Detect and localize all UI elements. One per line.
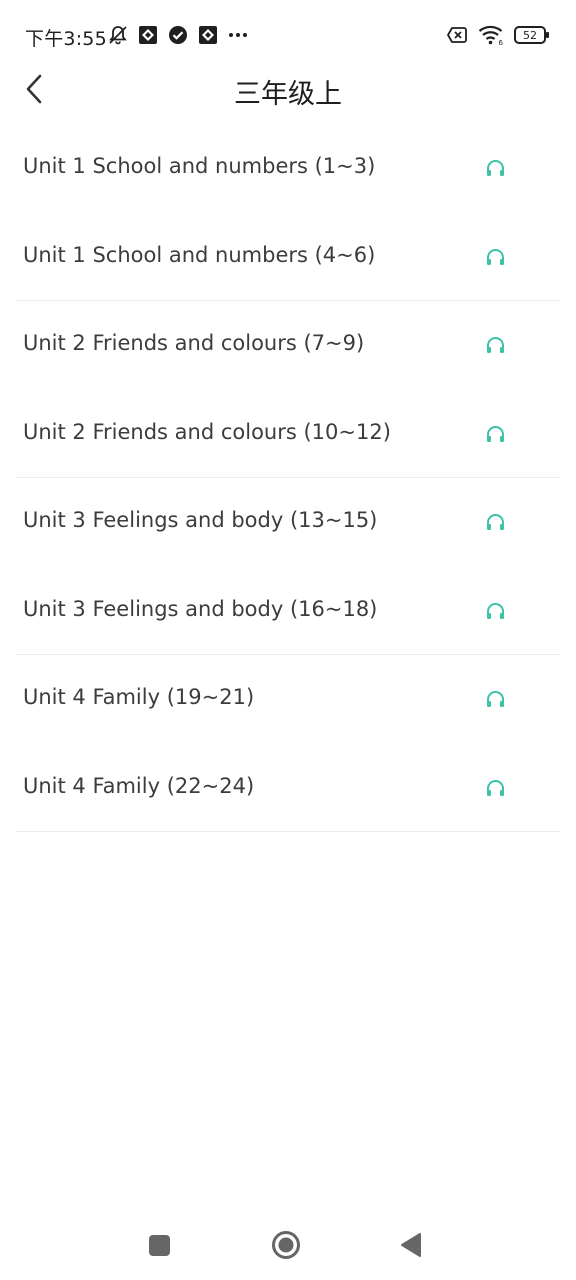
more-dots-icon bbox=[229, 33, 247, 37]
list-item-label: Unit 2 Friends and colours (10~12) bbox=[23, 419, 391, 444]
list-item[interactable]: Unit 3 Feelings and body (13~15) bbox=[15, 478, 561, 567]
unit-list: Unit 1 School and numbers (1~3) Unit 1 S… bbox=[15, 124, 561, 832]
headphones-icon[interactable] bbox=[486, 160, 505, 177]
list-item[interactable]: Unit 1 School and numbers (4~6) bbox=[15, 213, 561, 301]
list-item-label: Unit 4 Family (19~21) bbox=[23, 685, 255, 709]
home-icon[interactable] bbox=[271, 1230, 301, 1260]
list-item-label: Unit 2 Friends and colours (7~9) bbox=[23, 331, 365, 355]
headphones-icon[interactable] bbox=[486, 602, 505, 620]
list-item-label: Unit 3 Feelings and body (16~18) bbox=[23, 596, 378, 621]
app-notification-icon bbox=[139, 26, 157, 44]
screen: 下午3:55 6 52 三年级上 Unit 1 School and numbe… bbox=[0, 0, 576, 1280]
app-notification-icon bbox=[199, 26, 217, 44]
recent-apps-icon[interactable] bbox=[149, 1235, 170, 1256]
wifi-icon: 6 bbox=[478, 25, 504, 46]
no-sim-icon bbox=[446, 27, 467, 43]
headphones-icon[interactable] bbox=[486, 425, 505, 443]
page-title: 三年级上 bbox=[234, 79, 342, 110]
headphones-icon[interactable] bbox=[486, 248, 505, 266]
list-item[interactable]: Unit 4 Family (19~21) bbox=[15, 655, 561, 744]
back-triangle-icon[interactable] bbox=[399, 1232, 423, 1258]
list-item[interactable]: Unit 1 School and numbers (1~3) bbox=[15, 124, 561, 213]
system-nav-bar bbox=[0, 1216, 576, 1276]
status-left-icons bbox=[107, 24, 249, 46]
list-item[interactable]: Unit 2 Friends and colours (7~9) bbox=[15, 301, 561, 390]
status-right-icons: 6 52 bbox=[445, 24, 549, 46]
svg-text:6: 6 bbox=[499, 39, 504, 46]
status-bar: 下午3:55 6 52 bbox=[0, 0, 576, 70]
headphones-icon[interactable] bbox=[486, 337, 505, 354]
check-circle-icon bbox=[169, 26, 187, 44]
battery-icon: 52 bbox=[514, 26, 549, 44]
muted-bell-icon bbox=[109, 26, 127, 45]
list-item[interactable]: Unit 3 Feelings and body (16~18) bbox=[15, 567, 561, 655]
list-item[interactable]: Unit 4 Family (22~24) bbox=[15, 744, 561, 832]
header: 三年级上 bbox=[0, 66, 576, 112]
headphones-icon[interactable] bbox=[486, 691, 505, 708]
status-time: 下午3:55 bbox=[25, 28, 107, 50]
battery-level: 52 bbox=[523, 28, 537, 42]
list-item[interactable]: Unit 2 Friends and colours (10~12) bbox=[15, 390, 561, 478]
headphones-icon[interactable] bbox=[486, 779, 505, 797]
list-item-label: Unit 3 Feelings and body (13~15) bbox=[23, 508, 378, 532]
list-item-label: Unit 4 Family (22~24) bbox=[23, 773, 255, 798]
headphones-icon[interactable] bbox=[486, 514, 505, 531]
list-item-label: Unit 1 School and numbers (4~6) bbox=[23, 242, 376, 267]
list-item-label: Unit 1 School and numbers (1~3) bbox=[23, 154, 376, 178]
